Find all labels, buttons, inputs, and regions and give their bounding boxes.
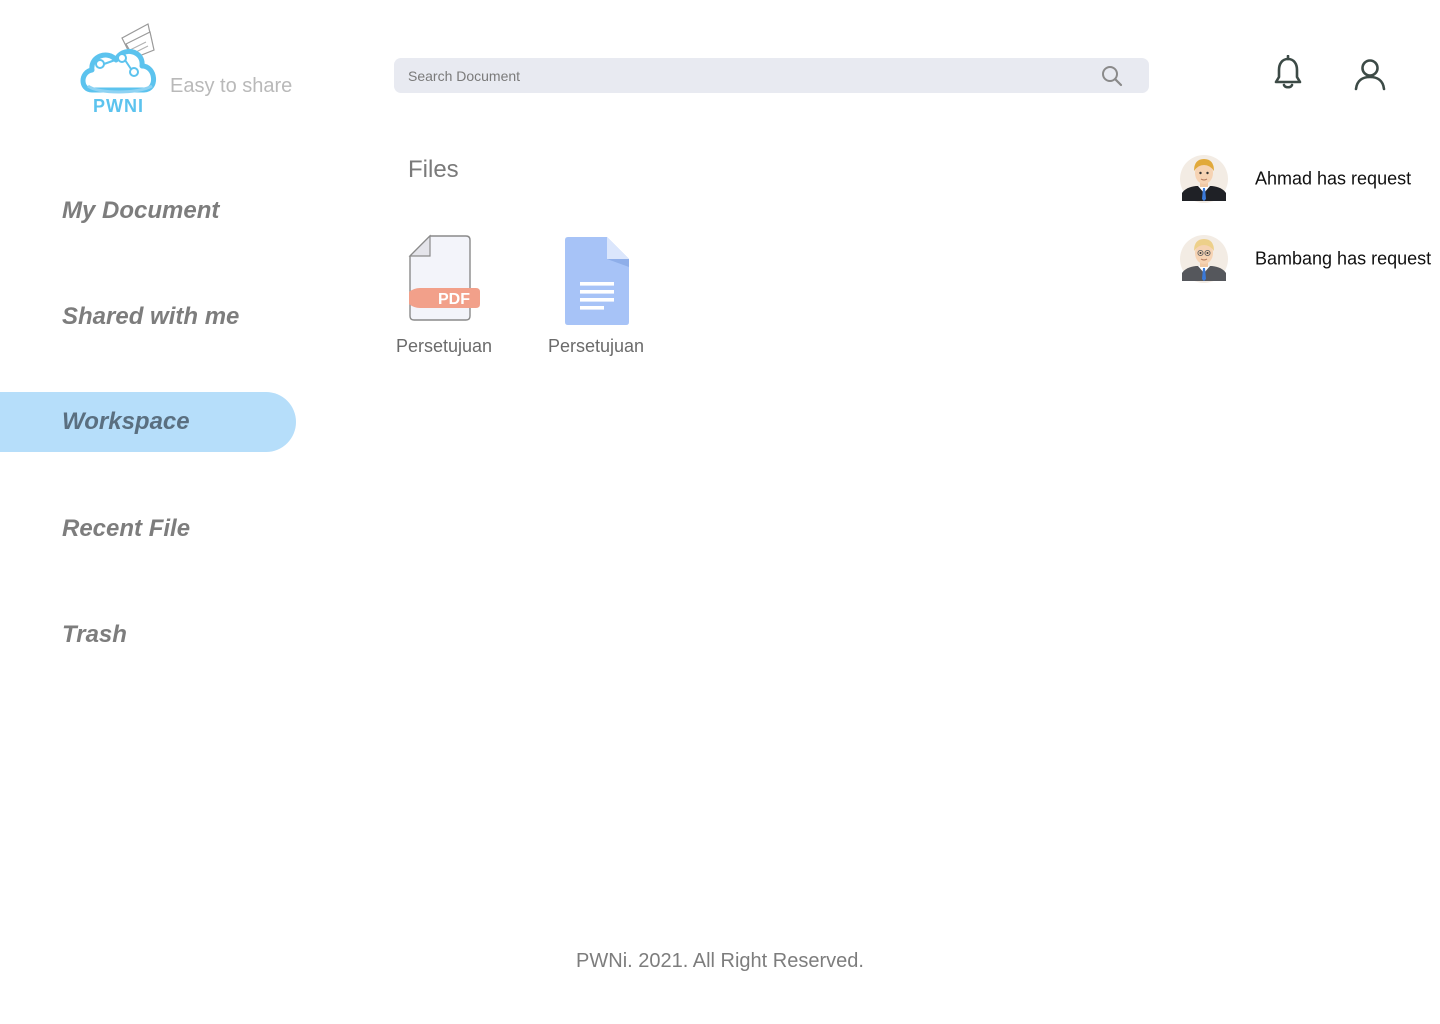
notification-text: Bambang has request [1255,248,1432,269]
sidebar-item-label: Recent File [62,515,191,542]
footer-copyright: PWNi. 2021. All Right Reserved. [576,950,864,972]
search-input[interactable] [394,58,1088,93]
sidebar-item-label: Shared with me [62,303,240,330]
notification-item-bambang[interactable]: Bambang has request [1180,235,1440,283]
search-icon[interactable] [1100,64,1124,88]
avatar-ahmad [1180,155,1228,203]
sidebar-item-my-document[interactable]: My Document [0,181,296,241]
notification-item-ahmad[interactable]: Ahmad has request [1180,155,1440,203]
sidebar-item-label: My Document [62,197,220,224]
bell-icon[interactable] [1271,55,1305,91]
sidebar-item-label: Workspace [62,408,190,435]
files-section-title: Files [408,156,459,183]
pdf-badge: PDF [438,291,470,308]
document-file-icon [565,237,629,325]
sidebar-item-label: Trash [62,621,127,648]
sidebar-item-recent-file[interactable]: Recent File [0,499,296,559]
cloud-share-logo-icon [80,23,156,94]
search-bar [394,58,1149,93]
file-name: Persetujuan [395,336,493,356]
sidebar-item-trash[interactable]: Trash [0,605,296,665]
notification-text: Ahmad has request [1255,168,1412,189]
pdf-file-icon: PDF [408,234,480,321]
file-name: Persetujuan [547,336,645,356]
brand-name: PWNI [93,96,144,116]
avatar-bambang [1180,235,1228,283]
sidebar-item-shared-with-me[interactable]: Shared with me [0,287,296,347]
app-root: PWNI Easy to share My Document Shared wi… [0,0,1440,1024]
file-item-pdf[interactable]: PDF Persetujuan [384,234,504,364]
user-icon[interactable] [1352,56,1388,92]
brand-tagline: Easy to share [170,75,293,97]
file-item-document[interactable]: Persetujuan [536,234,656,364]
sidebar-item-workspace[interactable]: Workspace [0,392,296,452]
